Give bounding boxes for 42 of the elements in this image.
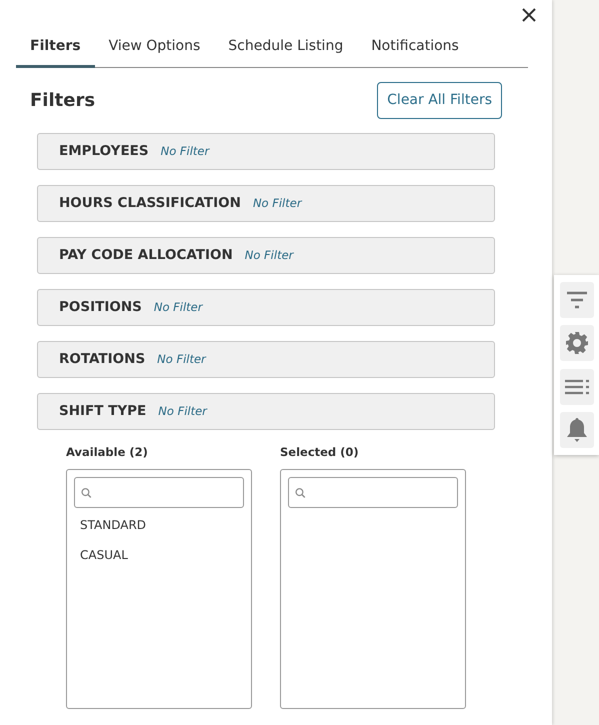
filter-status: No Filter <box>252 194 302 212</box>
section-title: SHIFT TYPE <box>59 402 146 422</box>
search-field[interactable] <box>288 477 458 508</box>
settings-button[interactable] <box>560 325 594 362</box>
list-item[interactable]: CASUAL <box>74 542 244 568</box>
accordion-header[interactable]: PAY CODE ALLOCATION No Filter <box>37 237 495 274</box>
close-button[interactable] <box>520 6 538 24</box>
list-label: Available (2) <box>66 444 149 461</box>
accordion-header[interactable]: SHIFT TYPE No Filter <box>37 393 495 430</box>
tab[interactable]: View Options <box>94 34 214 68</box>
filter-button[interactable] <box>560 282 594 318</box>
list-item[interactable]: STANDARD <box>74 512 244 538</box>
accordion-header[interactable]: HOURS CLASSIFICATION No Filter <box>37 185 495 222</box>
search-icon <box>81 486 92 499</box>
clear-filters-button[interactable]: Clear All Filters <box>377 82 502 119</box>
close-icon <box>522 8 536 22</box>
filter-status: No Filter <box>157 350 206 368</box>
notifications-button[interactable] <box>560 412 594 448</box>
section-title: HOURS CLASSIFICATION <box>59 194 241 214</box>
filter-status: No Filter <box>160 142 210 160</box>
accordion-header[interactable]: ROTATIONS No Filter <box>37 341 495 378</box>
tab[interactable]: Schedule Listing <box>214 34 358 68</box>
tab[interactable]: Filters <box>16 34 95 68</box>
list-button[interactable] <box>560 368 594 405</box>
accordion-header[interactable]: POSITIONS No Filter <box>37 289 495 326</box>
list-label: Selected (0) <box>280 444 360 461</box>
tab[interactable]: Notifications <box>357 34 473 68</box>
section-title: ROTATIONS <box>59 350 146 370</box>
filter-icon <box>566 290 588 310</box>
filter-status: No Filter <box>244 246 294 264</box>
list-icon <box>564 378 588 395</box>
filter-status: No Filter <box>154 298 202 316</box>
section-title: EMPLOYEES <box>59 142 149 162</box>
search-icon <box>295 486 306 499</box>
section-heading: Filters <box>30 90 96 112</box>
bell-icon <box>566 416 588 443</box>
accordion-header[interactable]: EMPLOYEES No Filter <box>37 133 495 170</box>
filter-status: No Filter <box>158 402 207 420</box>
settings-icon <box>564 331 588 356</box>
section-title: PAY CODE ALLOCATION <box>59 246 233 266</box>
section-title: POSITIONS <box>59 298 142 318</box>
search-field[interactable] <box>74 477 244 508</box>
